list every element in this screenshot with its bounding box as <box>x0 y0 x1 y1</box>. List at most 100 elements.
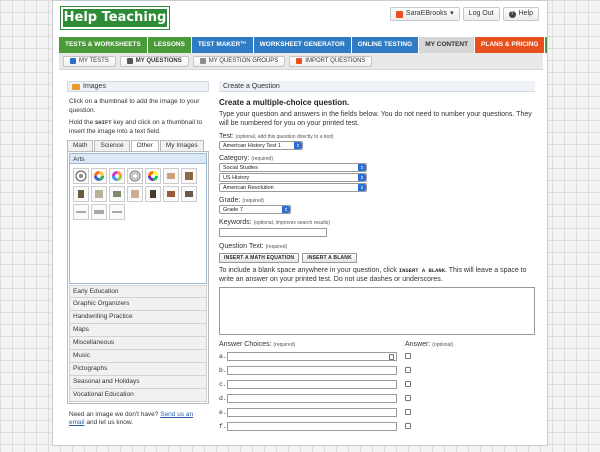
select-arrow-icon: ⇕ <box>282 206 290 213</box>
correct-answer-checkbox[interactable] <box>405 353 411 359</box>
correct-answer-checkbox[interactable] <box>405 381 411 387</box>
image-type-tab[interactable]: Other <box>130 140 159 151</box>
image-type-tab[interactable]: Math <box>67 140 94 151</box>
category-select-course[interactable]: US History ⇕ <box>219 173 367 182</box>
correct-answer-checkbox[interactable] <box>405 423 411 429</box>
answer-letter: c. <box>219 381 227 388</box>
answer-choice-input[interactable] <box>227 408 397 417</box>
subnav-tab[interactable]: MY QUESTIONS <box>119 55 189 67</box>
thumbnail-image[interactable] <box>127 186 143 202</box>
thumbnail-image[interactable] <box>73 168 89 184</box>
sub-nav: MY TESTS MY QUESTIONS MY QUESTION GROUPS IM… <box>59 53 543 70</box>
create-question-header: Create a Question <box>219 81 535 92</box>
thumbnail-image[interactable] <box>91 204 107 220</box>
thumbnail-image[interactable] <box>181 168 197 184</box>
image-category-item[interactable]: Early Education <box>69 285 207 298</box>
thumbnail-image[interactable] <box>145 186 161 202</box>
grade-label: Grade: (required) <box>219 197 265 204</box>
subnav-tab-label: IMPORT QUESTIONS <box>305 57 366 64</box>
thumbnail-image[interactable] <box>73 204 89 220</box>
answer-row: f. <box>219 422 535 431</box>
logout-button[interactable]: Log Out <box>462 7 500 21</box>
thumbnail-grid <box>69 164 207 284</box>
thumbnail-image[interactable] <box>163 168 179 184</box>
image-category-item[interactable]: Graphic Organizers <box>69 298 207 311</box>
answer-choices-label: Answer Choices: (required) <box>219 341 296 348</box>
nav-tab[interactable]: PLANS & PRICING <box>475 37 546 53</box>
keywords-input[interactable] <box>219 228 327 237</box>
site-logo[interactable]: Help Teaching <box>60 6 170 30</box>
color-wheel-thumbnail[interactable] <box>127 168 143 184</box>
subnav-tab-label: MY QUESTION GROUPS <box>208 57 279 64</box>
subnav-tab-label: MY TESTS <box>79 57 109 64</box>
subnav-tab[interactable]: IMPORT QUESTIONS <box>289 55 373 67</box>
thumbnail-image[interactable] <box>73 186 89 202</box>
correct-answer-checkbox[interactable] <box>405 395 411 401</box>
help-button[interactable]: ? Help <box>502 7 539 21</box>
image-category-item[interactable]: Music <box>69 350 207 363</box>
select-arrow-icon: ⇕ <box>358 174 366 181</box>
category-select-subject[interactable]: Social Studies ⇕ <box>219 163 367 172</box>
image-category-item[interactable]: Handwriting Practice <box>69 311 207 324</box>
answer-choice-input[interactable] <box>227 394 397 403</box>
correct-answer-checkbox[interactable] <box>405 409 411 415</box>
image-type-tabs: Math Science Other My Images <box>67 140 209 152</box>
grade-select[interactable]: Grade 7 ⇕ <box>219 205 291 214</box>
nav-tab[interactable]: LESSONS <box>147 37 192 53</box>
create-question-title: Create a multiple-choice question. <box>219 98 350 107</box>
nav-tab[interactable]: WORKSHEET GENERATOR <box>253 37 352 53</box>
active-category-header[interactable]: Arts <box>69 153 207 164</box>
insert-blank-button[interactable]: INSERT A BLANK <box>302 253 357 263</box>
color-wheel-thumbnail[interactable] <box>109 168 125 184</box>
color-wheel-thumbnail[interactable] <box>91 168 107 184</box>
nav-tab[interactable]: BLOG <box>545 37 547 53</box>
select-arrow-icon: ⇕ <box>358 184 366 191</box>
answer-choice-input[interactable] <box>227 366 397 375</box>
nav-tab[interactable]: TEST MAKER™ <box>191 37 254 53</box>
image-type-tab[interactable]: Science <box>94 140 130 151</box>
answer-choice-input[interactable] <box>227 422 397 431</box>
image-category-item[interactable]: Seasonal and Holidays <box>69 376 207 389</box>
subnav-tab[interactable]: MY QUESTION GROUPS <box>192 55 286 67</box>
help-label: Help <box>518 10 533 17</box>
subnav-tab[interactable]: MY TESTS <box>63 55 116 67</box>
subnav-tab-icon <box>126 58 133 64</box>
main-nav: TESTS & WORKSHEETS LESSONS TEST MAKER™ WORK… <box>59 37 547 53</box>
answer-row: c. <box>219 380 535 389</box>
thumbnail-image[interactable] <box>181 186 197 202</box>
thumbnail-image[interactable] <box>163 186 179 202</box>
category-label: Category: (required) <box>219 155 273 162</box>
question-text-label: Question Text: (required) <box>219 243 288 250</box>
page-frame: Help Teaching SaraEBrooks ▾ Log Out ? He… <box>52 0 548 446</box>
category-select-topic[interactable]: American Revolution ⇕ <box>219 183 367 192</box>
nav-tab[interactable]: TESTS & WORKSHEETS <box>59 37 148 53</box>
nav-tab[interactable]: ONLINE TESTING <box>351 37 420 53</box>
correct-answer-checkbox[interactable] <box>405 367 411 373</box>
question-text-area[interactable] <box>219 287 535 335</box>
select-arrow-icon: ⇕ <box>294 142 302 149</box>
thumbnail-image[interactable] <box>109 204 125 220</box>
thumbnail-image[interactable] <box>109 186 125 202</box>
answer-choice-input[interactable] <box>227 380 397 389</box>
top-buttons: SaraEBrooks ▾ Log Out ? Help <box>389 7 539 21</box>
answer-choice-input[interactable] <box>227 352 397 361</box>
user-menu-button[interactable]: SaraEBrooks ▾ <box>389 7 460 21</box>
user-name: SaraEBrooks <box>405 10 448 17</box>
category-list: Early Education Graphic Organizers Handwri… <box>69 285 207 402</box>
insert-math-equation-button[interactable]: INSERT A MATH EQUATION <box>219 253 300 263</box>
image-category-item[interactable]: Vocational Education <box>69 389 207 402</box>
image-category-item[interactable]: Miscellaneous <box>69 337 207 350</box>
test-select[interactable]: American History Test 1 ⇕ <box>219 141 303 150</box>
equation-icon[interactable] <box>389 354 394 360</box>
keywords-label: Keywords: (optional, improves search res… <box>219 219 331 226</box>
thumbnail-image[interactable] <box>91 186 107 202</box>
answer-row: a. <box>219 352 535 361</box>
nav-tab[interactable]: MY CONTENT <box>419 37 476 53</box>
chevron-down-icon: ▾ <box>450 10 454 17</box>
color-wheel-thumbnail[interactable] <box>145 168 161 184</box>
image-category-item[interactable]: Maps <box>69 324 207 337</box>
image-browser: Arts Early Education Graphic Organizers … <box>67 152 209 404</box>
image-category-item[interactable]: Pictographs <box>69 363 207 376</box>
image-type-tab[interactable]: My Images <box>159 140 204 151</box>
create-question-description: Type your question and answers in the fi… <box>219 111 532 127</box>
